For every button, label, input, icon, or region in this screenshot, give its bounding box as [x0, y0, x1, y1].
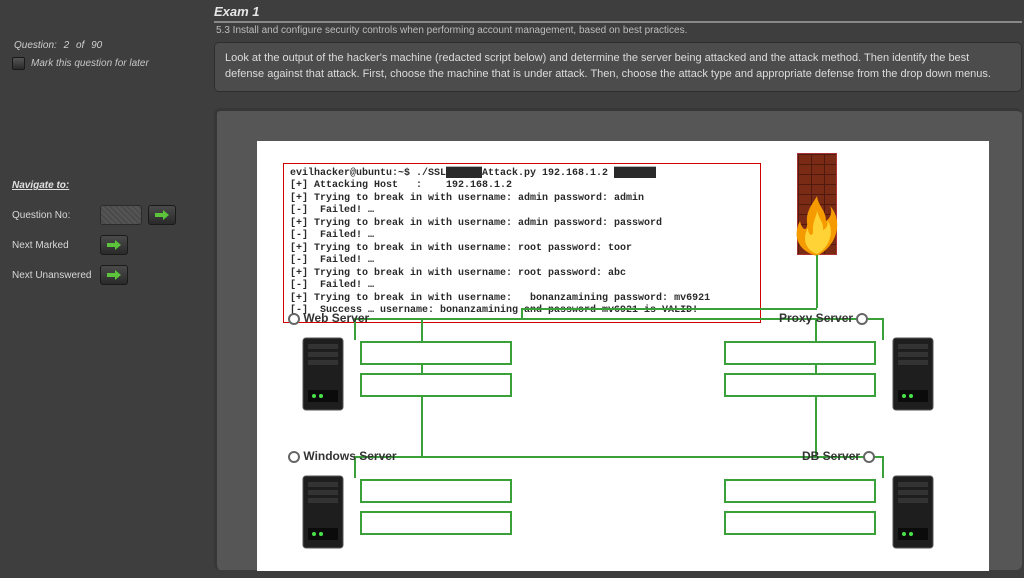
- net-line: [816, 255, 818, 308]
- mark-later-checkbox[interactable]: [12, 57, 25, 70]
- nav-label-next-unanswered: Next Unanswered: [12, 270, 100, 281]
- mark-later-label: Mark this question for later: [31, 58, 149, 69]
- sidebar: Question: 2 of 90 Mark this question for…: [0, 0, 214, 578]
- dropdown-web-attack[interactable]: [360, 341, 512, 365]
- dropdown-windows-attack[interactable]: [360, 479, 512, 503]
- dropdown-db-attack[interactable]: [724, 479, 876, 503]
- question-total: 90: [91, 40, 102, 51]
- net-line: [882, 318, 884, 340]
- dropdown-proxy-defense[interactable]: [724, 373, 876, 397]
- server-icon-windows: [297, 472, 349, 552]
- dropdown-windows-defense[interactable]: [360, 511, 512, 535]
- server-icon-db: [887, 472, 939, 552]
- web-server-label: Web Server: [303, 311, 369, 325]
- firewall-icon: [797, 153, 837, 255]
- question-label: Question:: [14, 40, 57, 51]
- whiteboard: evilhacker@ubuntu:~$ ./SSL██████Attack.p…: [257, 141, 989, 571]
- proxy-server-label: Proxy Server: [779, 311, 853, 325]
- next-unanswered-button[interactable]: [100, 265, 128, 285]
- nav-row-next-unanswered: Next Unanswered: [12, 265, 204, 285]
- server-icon-proxy: [887, 334, 939, 414]
- dropdown-proxy-attack[interactable]: [724, 341, 876, 365]
- dropdown-db-defense[interactable]: [724, 511, 876, 535]
- web-server-option[interactable]: Web Server: [288, 311, 369, 325]
- db-server-label: DB Server: [802, 449, 860, 463]
- content-panel: evilhacker@ubuntu:~$ ./SSL██████Attack.p…: [214, 108, 1022, 570]
- of-label: of: [76, 40, 84, 51]
- proxy-server-option[interactable]: Proxy Server: [779, 311, 868, 325]
- nav-row-question-no: Question No:: [12, 205, 204, 225]
- arrow-right-icon: [107, 240, 121, 250]
- next-marked-button[interactable]: [100, 235, 128, 255]
- windows-server-label: Windows Server: [303, 449, 396, 463]
- main-area: Exam 1 5.3 Install and configure securit…: [214, 0, 1024, 578]
- windows-server-option[interactable]: Windows Server: [288, 449, 397, 463]
- question-counter: Question: 2 of 90: [12, 40, 204, 51]
- exam-title: Exam 1: [214, 0, 1022, 23]
- net-line: [882, 456, 884, 478]
- server-icon-web: [297, 334, 349, 414]
- question-number: 2: [64, 40, 70, 51]
- nav-row-next-marked: Next Marked: [12, 235, 204, 255]
- objective-text: 5.3 Install and configure security contr…: [216, 25, 1024, 36]
- question-number-input[interactable]: [100, 205, 142, 225]
- question-text: Look at the output of the hacker's machi…: [214, 42, 1022, 92]
- nav-label-next-marked: Next Marked: [12, 240, 100, 251]
- go-question-button[interactable]: [148, 205, 176, 225]
- terminal-output: evilhacker@ubuntu:~$ ./SSL██████Attack.p…: [283, 163, 761, 323]
- navigate-header: Navigate to:: [12, 180, 204, 191]
- db-server-option[interactable]: DB Server: [802, 449, 875, 463]
- net-line: [521, 308, 523, 318]
- net-line: [521, 308, 817, 310]
- flame-icon: [790, 196, 844, 256]
- nav-label-question-no: Question No:: [12, 210, 100, 221]
- arrow-right-icon: [107, 270, 121, 280]
- radio-proxy-server[interactable]: [856, 313, 868, 325]
- mark-later-row[interactable]: Mark this question for later: [12, 57, 204, 70]
- radio-web-server[interactable]: [288, 313, 300, 325]
- dropdown-web-defense[interactable]: [360, 373, 512, 397]
- radio-db-server[interactable]: [863, 451, 875, 463]
- radio-windows-server[interactable]: [288, 451, 300, 463]
- arrow-right-icon: [155, 210, 169, 220]
